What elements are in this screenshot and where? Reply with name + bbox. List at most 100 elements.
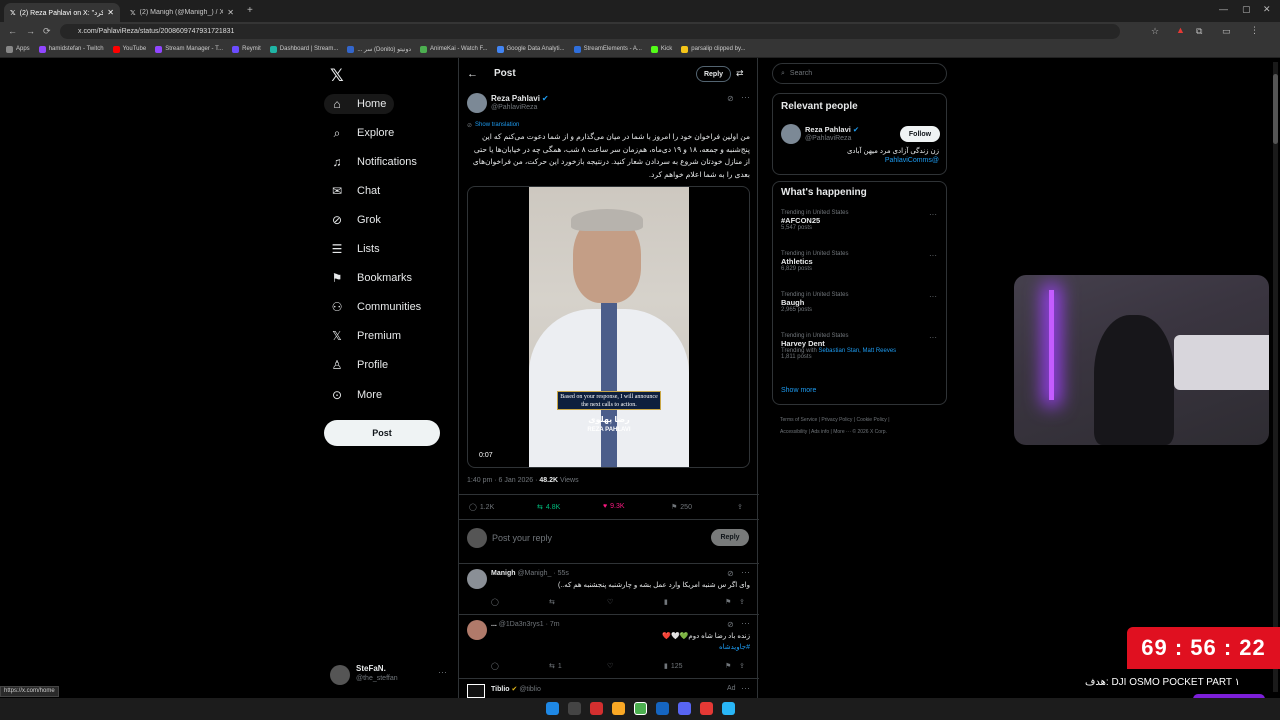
- reply-bubble-icon[interactable]: ◯: [491, 662, 499, 670]
- media-player-icon[interactable]: [700, 702, 713, 715]
- nav-grok[interactable]: ⊘ Grok: [330, 210, 381, 230]
- share-action[interactable]: ⇪: [737, 503, 743, 511]
- search-input[interactable]: ⌕ Search: [772, 63, 947, 84]
- share-icon[interactable]: ⇪: [739, 598, 745, 606]
- bookmark-stream-manager[interactable]: Stream Manager - T...: [155, 45, 223, 53]
- reply-item[interactable]: ... @1Da3n3rys1 · 7m ⊘ ··· زنده باد رضا …: [459, 615, 759, 677]
- reload-icon[interactable]: ⟳: [43, 27, 51, 36]
- discord-icon[interactable]: [678, 702, 691, 715]
- grok-post-icon[interactable]: ⊘: [727, 94, 734, 103]
- scrollbar-thumb[interactable]: [1273, 74, 1278, 144]
- bookmark-twitch[interactable]: hamidstefan - Twitch: [38, 45, 104, 53]
- tab-reza-pahlavi[interactable]: 𝕏 (2) Reza Pahlavi on X: "راهم کرد ✕: [4, 3, 120, 22]
- new-tab-icon[interactable]: +: [247, 6, 253, 16]
- trend-item[interactable]: Trending in United States #AFCON25 5,547…: [781, 210, 941, 246]
- trend-item[interactable]: Trending in United States Harvey Dent Tr…: [781, 333, 941, 379]
- close-window-icon[interactable]: ✕: [1263, 5, 1271, 14]
- file-explorer-icon[interactable]: [612, 702, 625, 715]
- bookmark-dashboard[interactable]: Dashboard | Stream...: [269, 45, 338, 53]
- bookmark-google-data[interactable]: Google Data Analyti...: [496, 45, 565, 53]
- back-arrow-icon[interactable]: ←: [467, 68, 478, 80]
- reply-item[interactable]: Manigh @Manigh_ · 55s ⊘ ··· وای اگر س شن…: [459, 564, 759, 614]
- bookmark-youtube[interactable]: YouTube: [112, 45, 146, 53]
- sidebar-icon[interactable]: ▭: [1222, 27, 1231, 36]
- repost-action[interactable]: ⇆ 4.8K: [537, 503, 560, 512]
- footer-more[interactable]: More ···: [833, 429, 851, 435]
- more-options-icon[interactable]: ···: [741, 618, 750, 628]
- post-video[interactable]: Based on your response, I will announce …: [467, 186, 750, 468]
- author-avatar[interactable]: [467, 93, 487, 113]
- nav-communities[interactable]: ⚇ Communities: [330, 297, 422, 317]
- bookmark-apps[interactable]: Apps: [6, 45, 30, 53]
- close-tab-icon[interactable]: ✕: [107, 8, 114, 17]
- heart-icon[interactable]: ♡: [607, 662, 613, 670]
- more-options-icon[interactable]: ···: [741, 683, 750, 693]
- windows-start-icon[interactable]: [546, 702, 559, 715]
- person-bio-link[interactable]: @PahlaviComms: [781, 157, 939, 164]
- like-action[interactable]: ♥ 9.3K: [603, 503, 625, 510]
- url-bar[interactable]: x.com/PahlaviReza/status/200860974793172…: [60, 24, 1120, 39]
- more-options-icon[interactable]: ···: [741, 92, 750, 102]
- extension-icon[interactable]: ▲: [1176, 26, 1185, 35]
- app-red-icon[interactable]: [590, 702, 603, 715]
- back-icon[interactable]: ←: [8, 27, 17, 36]
- more-options-icon[interactable]: ···: [929, 251, 937, 260]
- hashtag-link[interactable]: #جاویدشاه: [491, 643, 750, 651]
- bookmark-reymit[interactable]: Reymit: [232, 45, 261, 53]
- reply-input[interactable]: Post your reply: [492, 533, 552, 543]
- app-blue-icon[interactable]: [656, 702, 669, 715]
- more-options-icon[interactable]: ···: [929, 333, 937, 342]
- footer-privacy[interactable]: Privacy Policy: [821, 417, 852, 423]
- chrome-icon[interactable]: [634, 702, 647, 715]
- account-switcher[interactable]: SteFaN. @the_steffan ···: [330, 663, 450, 687]
- maximize-icon[interactable]: ▢: [1242, 5, 1251, 14]
- nav-bookmarks[interactable]: ⚑ Bookmarks: [330, 268, 412, 288]
- nav-chat[interactable]: ✉ Chat: [330, 181, 380, 201]
- more-options-icon[interactable]: ···: [929, 292, 937, 301]
- nav-premium[interactable]: 𝕏 Premium: [330, 326, 401, 346]
- close-tab-icon[interactable]: ✕: [227, 8, 234, 17]
- repost-action[interactable]: ⇆ 1: [549, 662, 562, 671]
- bookmark-icon[interactable]: ⚑: [725, 598, 731, 606]
- search-taskbar-icon[interactable]: [568, 702, 581, 715]
- ad-post[interactable]: Tiblio ✔ @tiblio Ad ···: [459, 679, 759, 698]
- bookmark-parsalip[interactable]: parsalip clipped by...: [681, 45, 746, 53]
- grok-post-icon[interactable]: ⊘: [727, 620, 734, 629]
- bookmark-kick[interactable]: Kick: [650, 45, 672, 53]
- reply-submit-button[interactable]: Reply: [711, 529, 749, 546]
- footer-cookie[interactable]: Cookie Policy: [857, 417, 887, 423]
- bookmark-animekai[interactable]: AnimeKai - Watch F...: [420, 45, 488, 53]
- share-icon[interactable]: ⇪: [739, 662, 745, 670]
- more-options-icon[interactable]: ···: [929, 210, 937, 219]
- extensions-puzzle-icon[interactable]: ⧉: [1196, 27, 1202, 36]
- telegram-icon[interactable]: [722, 702, 735, 715]
- bookmark-donito[interactable]: ... سر (Donito) دونیتو: [347, 45, 411, 53]
- nav-explore[interactable]: ⌕ Explore: [330, 123, 395, 143]
- nav-home[interactable]: ⌂ Home: [330, 94, 386, 114]
- minimize-icon[interactable]: —: [1219, 5, 1228, 14]
- heart-icon[interactable]: ♡: [607, 598, 613, 606]
- views-icon[interactable]: ▮: [664, 598, 668, 606]
- reply-header-button[interactable]: Reply: [696, 66, 731, 82]
- x-logo-icon[interactable]: 𝕏: [330, 66, 344, 86]
- person-avatar[interactable]: [781, 124, 801, 144]
- nav-lists[interactable]: ☰ Lists: [330, 239, 380, 259]
- post-button[interactable]: Post: [324, 420, 440, 446]
- reply-action[interactable]: ◯ 1.2K: [469, 503, 494, 512]
- show-translation-link[interactable]: ⊘ Show translation: [467, 122, 519, 129]
- nav-profile[interactable]: ♙ Profile: [330, 355, 389, 375]
- menu-kebab-icon[interactable]: ⋮: [1250, 26, 1259, 35]
- trend-item[interactable]: Trending in United States Baugh 2,965 po…: [781, 292, 941, 328]
- bookmark-action[interactable]: ⚑ 250: [671, 503, 692, 512]
- page-scrollbar[interactable]: [1273, 62, 1278, 692]
- trend-item[interactable]: Trending in United States Athletics 6,82…: [781, 251, 941, 287]
- person-name-row[interactable]: Reza Pahlavi ✔: [805, 125, 859, 134]
- bookmark-icon[interactable]: ⚑: [725, 662, 731, 670]
- bookmark-streamelements[interactable]: StreamElements - A...: [573, 45, 642, 53]
- author-name-row[interactable]: Reza Pahlavi ✔: [491, 94, 549, 103]
- show-more-link[interactable]: Show more: [781, 387, 816, 394]
- grok-post-icon[interactable]: ⊘: [727, 569, 734, 578]
- forward-icon[interactable]: →: [26, 27, 35, 36]
- repost-icon[interactable]: ⇆: [549, 598, 555, 606]
- nav-notifications[interactable]: ♫ Notifications: [330, 152, 417, 172]
